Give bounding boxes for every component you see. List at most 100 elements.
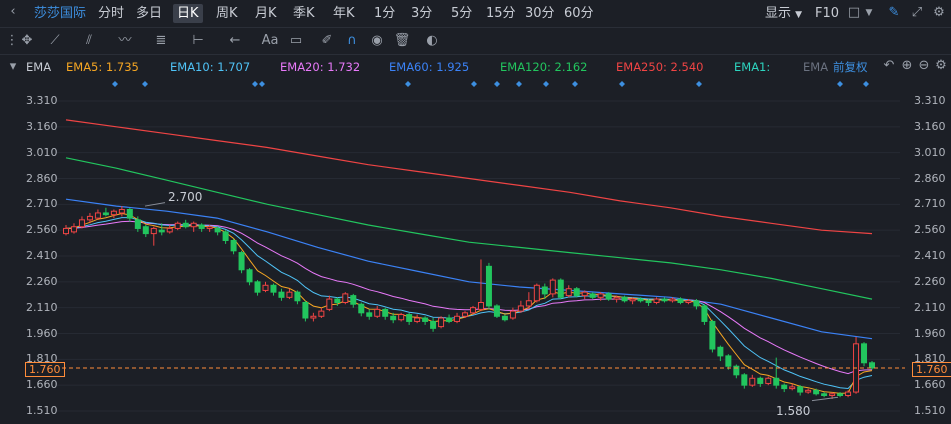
y-tick-label-left: 3.160 [26, 119, 58, 133]
event-marker-icon [405, 81, 411, 87]
event-marker-icon [696, 81, 702, 87]
event-marker-icon [259, 81, 265, 87]
y-tick-label-right: 2.860 [914, 171, 946, 185]
event-marker-icon [252, 81, 258, 87]
candle-body [597, 293, 604, 298]
y-tick-label-left: 2.110 [26, 300, 58, 314]
candle-body [709, 320, 716, 350]
candle-body [398, 314, 405, 321]
candle-body [525, 300, 532, 307]
candle-body [63, 227, 69, 235]
candle-body [134, 219, 141, 229]
candle-body [70, 226, 77, 233]
candle-body [238, 252, 245, 271]
candle-body [350, 295, 357, 305]
candle-body [613, 296, 620, 300]
candle-body [254, 281, 261, 293]
candle-body [206, 226, 213, 229]
candle-body [621, 296, 628, 302]
candle-body [358, 303, 365, 314]
candle-body [190, 222, 197, 228]
candle-body [557, 279, 564, 298]
candle-body [414, 317, 421, 322]
y-tick-label-left: 2.710 [26, 197, 58, 211]
candle-body [142, 226, 149, 235]
candle-body [493, 305, 500, 317]
candle-body [629, 298, 636, 302]
candle-body [182, 222, 189, 228]
candle-body [86, 215, 93, 221]
ema5-line [65, 212, 873, 394]
event-marker-icon [516, 81, 522, 87]
candle-body [581, 291, 588, 297]
ema10-line [65, 217, 873, 390]
candle-body [773, 377, 780, 386]
candle-body [110, 210, 117, 216]
candle-body [469, 307, 476, 314]
y-tick-label-left: 2.560 [26, 223, 58, 237]
event-marker-icon [112, 81, 118, 87]
candle-body [549, 279, 556, 295]
candle-body [430, 320, 437, 329]
y-tick-label-right: 2.260 [914, 274, 946, 288]
candle-body [845, 391, 852, 396]
candle-body [310, 315, 317, 319]
candle-body [334, 298, 341, 303]
y-tick-label-left: 1.810 [26, 352, 58, 366]
candle-body [829, 393, 836, 396]
event-marker-icon [572, 81, 578, 87]
candle-body [382, 308, 389, 317]
candle-body [454, 315, 461, 322]
candle-body [302, 302, 309, 319]
y-tick-label-right: 2.710 [914, 197, 946, 211]
candle-body [541, 286, 548, 295]
candle-body [222, 231, 229, 241]
y-tick-label-right: 3.160 [914, 119, 946, 133]
y-tick-label-right: 2.410 [914, 249, 946, 262]
y-tick-label-right: 2.110 [914, 300, 946, 314]
y-tick-label-left: 2.860 [26, 171, 58, 185]
candle-body [645, 300, 652, 303]
candle-body [837, 393, 844, 396]
candle-body [517, 305, 524, 312]
y-tick-label-left: 1.960 [26, 326, 58, 340]
candle-body [78, 219, 85, 228]
y-tick-label-left: 3.310 [26, 94, 58, 107]
candle-body [198, 224, 205, 229]
candle-body [765, 377, 772, 384]
candle-body [342, 293, 349, 303]
event-marker-icon [619, 81, 625, 87]
candle-body [150, 227, 157, 235]
event-marker-icon [471, 81, 477, 87]
candle-body [366, 312, 373, 317]
candle-body [661, 298, 668, 302]
candle-body [637, 298, 644, 302]
candle-body [477, 302, 484, 310]
candle-body [725, 355, 732, 367]
low-annotation: 1.580 [776, 404, 811, 418]
y-tick-label-right: 1.510 [914, 404, 946, 417]
candle-body [462, 312, 469, 317]
candle-body [717, 346, 724, 357]
candle-body [270, 284, 277, 293]
candlestick-chart[interactable] [0, 0, 951, 424]
y-tick-label-left: 1.660 [26, 378, 58, 392]
candle-body [214, 227, 221, 233]
candle-body [174, 222, 181, 229]
candle-body [294, 291, 301, 302]
candle-body [118, 209, 125, 214]
event-marker-icon [863, 81, 869, 87]
candle-body [438, 317, 445, 328]
event-marker-icon [543, 81, 549, 87]
candle-body [326, 298, 333, 310]
candle-body [669, 298, 676, 302]
candle-body [573, 288, 580, 297]
candle-body [246, 269, 253, 283]
candle-body [286, 291, 293, 298]
candle-body [797, 386, 804, 393]
candle-body [781, 384, 788, 390]
candle-body [869, 362, 875, 369]
candle-body [102, 212, 109, 216]
candle-body [262, 284, 269, 291]
candle-body [757, 377, 764, 384]
